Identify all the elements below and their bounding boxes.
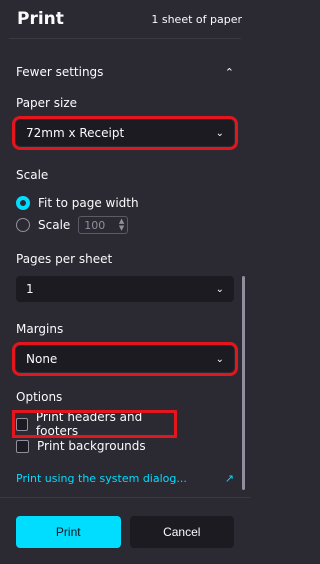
scale-radio[interactable] [16,218,30,232]
scale-option[interactable]: Scale 100 ▲ ▼ [16,214,234,236]
pages-per-sheet-label: Pages per sheet [16,252,113,266]
scale-option-label: Scale [38,218,71,232]
paper-size-select[interactable]: 72mm x Receipt ⌄ [12,116,238,150]
fit-to-width-label: Fit to page width [38,196,139,210]
page-title: Print [17,9,64,29]
scale-label: Scale [16,168,49,182]
fit-to-width-radio[interactable] [16,196,30,210]
scrollbar[interactable] [242,276,245,490]
headers-footers-label: Print headers and footers [35,410,143,438]
chevron-up-icon: ⌃ [224,65,234,79]
print-button[interactable]: Print [16,516,121,548]
spinner-icon[interactable]: ▲ ▼ [119,218,124,232]
margins-value: None [26,352,58,366]
header-divider [9,38,241,39]
fewer-settings-toggle[interactable]: Fewer settings ⌃ [0,52,250,92]
print-header: Print 1 sheet of paper [0,0,250,38]
cancel-button[interactable]: Cancel [129,516,234,548]
margins-label: Margins [16,322,64,336]
backgrounds-option[interactable]: Print backgrounds [16,436,234,456]
system-dialog-label: Print using the system dialog... [16,472,187,485]
chevron-down-icon: ⌄ [215,353,224,365]
pages-per-sheet-value: 1 [26,282,34,296]
paper-size-value: 72mm x Receipt [26,126,125,140]
chevron-down-icon: ⌄ [215,127,224,139]
external-link-icon: ↗ [224,472,234,485]
fit-to-width-option[interactable]: Fit to page width [16,192,234,214]
system-dialog-link[interactable]: Print using the system dialog... ↗ [0,472,250,485]
backgrounds-checkbox[interactable] [16,439,29,453]
margins-select[interactable]: None ⌄ [12,342,238,376]
scale-input-value: 100 [84,218,106,232]
options-label: Options [16,390,63,404]
headers-footers-option[interactable]: Print headers and footers [12,410,177,438]
scale-input[interactable]: 100 ▲ ▼ [78,216,129,234]
fewer-settings-label: Fewer settings [16,65,104,79]
action-bar: Print Cancel [0,497,250,564]
sheet-count: 1 sheet of paper [151,12,242,26]
paper-size-label: Paper size [16,96,78,110]
chevron-down-icon: ⌄ [215,283,224,295]
settings-panel[interactable]: Fewer settings ⌃ Paper size 72mm x Recei… [0,46,250,496]
headers-footers-checkbox[interactable] [16,417,28,431]
pages-per-sheet-select[interactable]: 1 ⌄ [16,276,234,302]
backgrounds-label: Print backgrounds [37,439,146,453]
